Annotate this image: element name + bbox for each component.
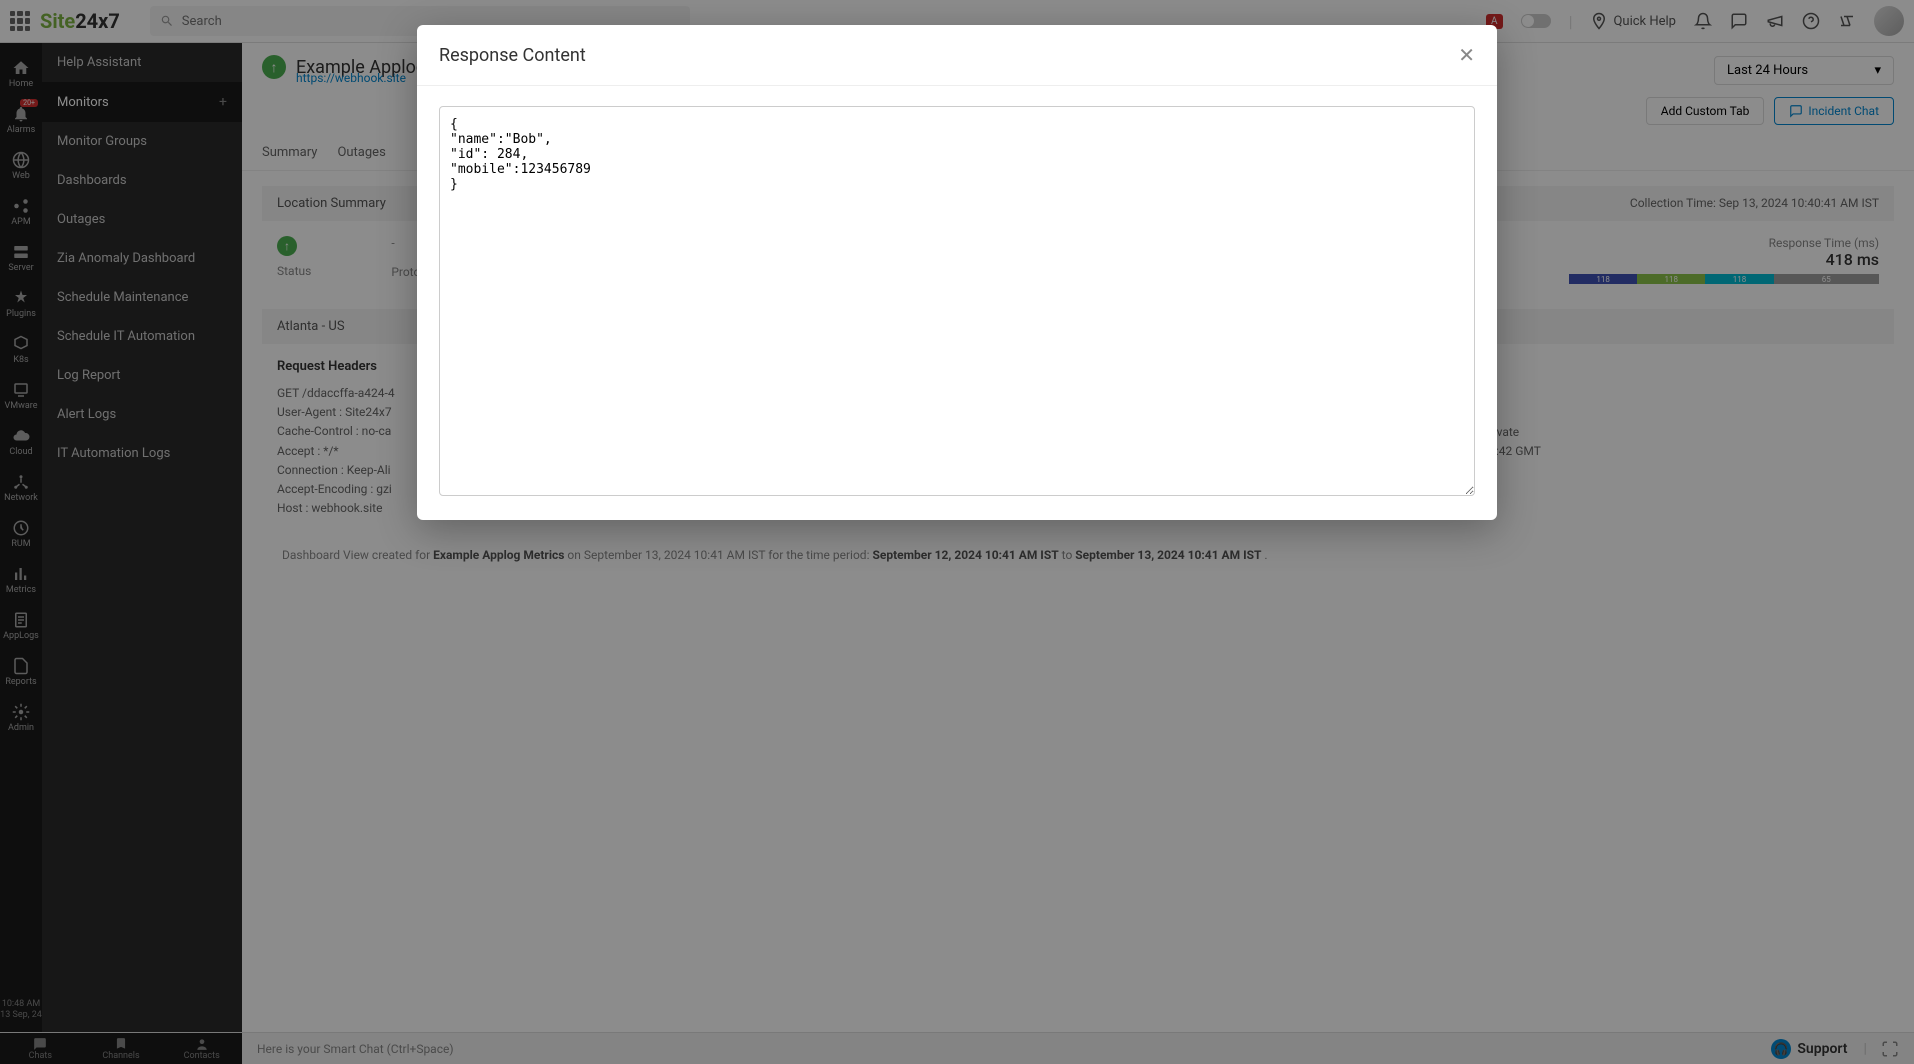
modal-overlay[interactable]: Response Content ✕ — [0, 0, 1914, 1064]
modal-close-button[interactable]: ✕ — [1458, 43, 1475, 67]
response-content-textarea[interactable] — [439, 106, 1475, 496]
response-content-modal: Response Content ✕ — [417, 25, 1497, 520]
modal-title: Response Content — [439, 45, 586, 66]
